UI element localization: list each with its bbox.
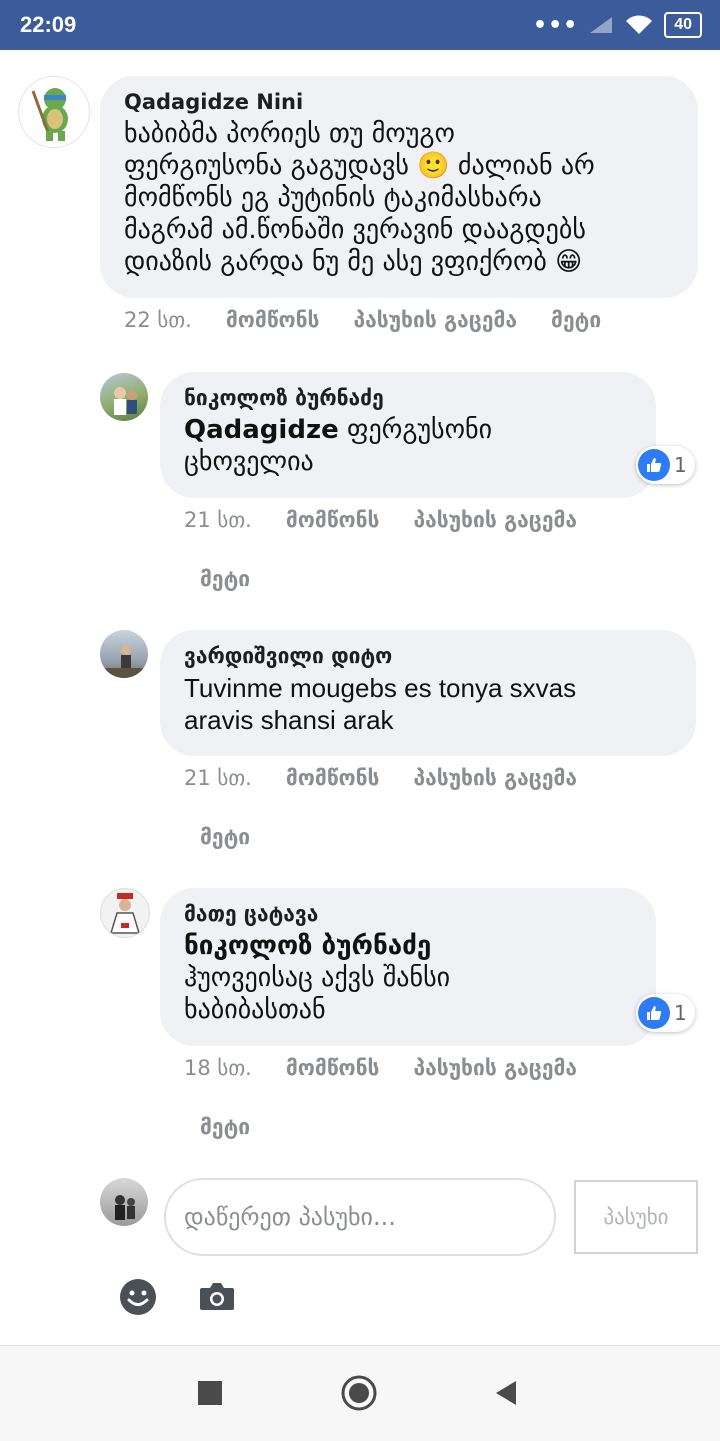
user-photo-icon — [109, 893, 141, 934]
more-dots-icon: ••• — [533, 12, 579, 38]
avatar[interactable] — [18, 76, 90, 148]
comment-actions: 18 სთ. მომწონს პასუხის გაცემა — [184, 1056, 577, 1080]
comment-time[interactable]: 21 სთ. — [184, 766, 252, 790]
reaction-count: 1 — [674, 1001, 687, 1025]
comment-actions: 21 სთ. მომწონს პასუხის გაცემა — [184, 508, 577, 532]
more-button[interactable]: მეტი — [200, 1115, 250, 1139]
user-photo-icon — [114, 387, 137, 415]
comment-author[interactable]: Qadagidze Nini — [124, 90, 674, 114]
user-photo-icon — [115, 1195, 135, 1220]
thumbs-up-icon — [638, 449, 670, 481]
comment-author[interactable]: ნიკოლოზ ბურნაძე — [184, 386, 632, 410]
comment-author[interactable]: მათე ცატავა — [184, 902, 632, 926]
reply-button[interactable]: პასუხის გაცემა — [353, 308, 517, 332]
comment-text-line: ხაბიბასთან — [184, 995, 326, 1025]
comment-text-line: ფერგიუსონა გაგუდავს 🙂 ძალიან არ — [124, 151, 595, 181]
avatar[interactable] — [100, 888, 150, 938]
comment-text-line: Tuvinme mougebs es tonya sxvas — [184, 673, 577, 703]
comment-text: ხაბიბმა პორიეს თუ მოუგო ფერგიუსონა გაგუდ… — [124, 118, 674, 278]
comment-actions: 21 სთ. მომწონს პასუხის გაცემა — [184, 766, 577, 790]
comment-bubble: მათე ცატავა ნიკოლოზ ბურნაძე ჰუოვეისაც აქ… — [160, 888, 656, 1046]
comment-time[interactable]: 22 სთ. — [124, 308, 192, 332]
thumbs-up-icon — [638, 997, 670, 1029]
comment-time[interactable]: 21 სთ. — [184, 508, 252, 532]
comment-text: ნიკოლოზ ბურნაძე ჰუოვეისაც აქვს შანსი ხაბ… — [184, 930, 632, 1026]
comment-text-line: მაგრამ ამ.წონაში ვერავინ დააგდებს — [124, 215, 586, 245]
ninja-turtle-avatar-icon — [31, 88, 68, 141]
user-photo-icon — [100, 645, 148, 678]
status-bar: 22:09 ••• 40 — [0, 0, 720, 50]
reaction-count: 1 — [674, 453, 687, 477]
back-triangle-icon[interactable] — [494, 1380, 518, 1406]
home-circle-icon[interactable] — [341, 1375, 377, 1411]
battery-indicator: 40 — [664, 12, 702, 38]
comment-bubble: ვარდიშვილი დიტო Tuvinme mougebs es tonya… — [160, 630, 696, 756]
reply-button[interactable]: პასუხის გაცემა — [413, 1056, 577, 1080]
comment-text: Tuvinme mougebs es tonya sxvas aravis sh… — [184, 672, 672, 736]
comment-text-line: ფერგუსონი — [338, 415, 493, 445]
status-icons: ••• 40 — [533, 12, 702, 38]
more-button[interactable]: მეტი — [551, 308, 601, 332]
system-nav-bar — [0, 1345, 720, 1441]
reply-input[interactable]: დაწერეთ პასუხი... — [164, 1178, 556, 1256]
reply-button[interactable]: პასუხის გაცემა — [413, 766, 577, 790]
comment-text: Qadagidze ფერგუსონი ცხოველია — [184, 414, 632, 478]
comment-author[interactable]: ვარდიშვილი დიტო — [184, 644, 672, 668]
comment-text-line: aravis shansi arak — [184, 705, 394, 735]
avatar[interactable] — [100, 630, 148, 678]
current-user-avatar — [100, 1178, 148, 1226]
avatar[interactable] — [100, 373, 148, 421]
wifi-icon — [626, 15, 653, 34]
reaction-badge[interactable]: 1 — [636, 446, 695, 484]
recents-square-icon[interactable] — [198, 1381, 222, 1405]
comment-text-line: ცხოველია — [184, 447, 314, 477]
status-time: 22:09 — [20, 12, 77, 37]
comment-text-line: ჰუოვეისაც აქვს შანსი — [184, 963, 451, 993]
comment-text-line: დიაზის გარდა ნუ მე ასე ვფიქრობ 😁 — [124, 247, 583, 277]
comment-bubble: ნიკოლოზ ბურნაძე Qadagidze ფერგუსონი ცხოვ… — [160, 372, 656, 498]
comment-bubble: Qadagidze Nini ხაბიბმა პორიეს თუ მოუგო ფ… — [100, 76, 698, 298]
emoji-icon[interactable] — [119, 1278, 157, 1316]
like-button[interactable]: მომწონს — [226, 308, 320, 332]
like-button[interactable]: მომწონს — [286, 766, 380, 790]
like-button[interactable]: მომწონს — [286, 508, 380, 532]
like-button[interactable]: მომწონს — [286, 1056, 380, 1080]
signal-icon — [590, 17, 613, 33]
more-button[interactable]: მეტი — [200, 567, 250, 591]
reply-input-placeholder: დაწერეთ პასუხი... — [184, 1203, 396, 1231]
mention-link[interactable]: Qadagidze — [184, 415, 339, 445]
comment-text-line: ხაბიბმა პორიეს თუ მოუგო — [124, 119, 455, 149]
reaction-badge[interactable]: 1 — [636, 994, 695, 1032]
comment-actions: 22 სთ. მომწონს პასუხის გაცემა მეტი — [124, 308, 601, 332]
comment-time[interactable]: 18 სთ. — [184, 1056, 252, 1080]
reply-button[interactable]: პასუხის გაცემა — [413, 508, 577, 532]
comment-text-line: მომწონს ეგ პუტინის ტაკიმასხარა — [124, 183, 542, 213]
mention-link[interactable]: ნიკოლოზ ბურნაძე — [184, 930, 632, 962]
send-reply-button[interactable]: პასუხი — [574, 1180, 698, 1254]
camera-icon[interactable] — [198, 1280, 236, 1312]
more-button[interactable]: მეტი — [200, 825, 250, 849]
